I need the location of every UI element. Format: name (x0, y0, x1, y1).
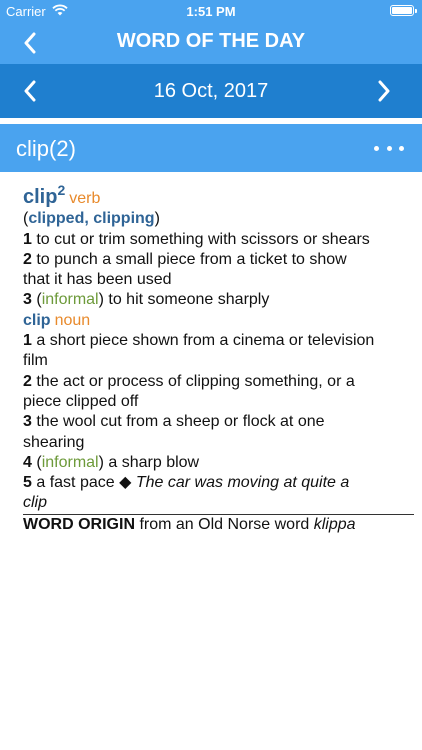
sense-noun-1: 1 a short piece shown from a cinema or t… (23, 331, 414, 351)
noun-headword-line: clip noun (23, 311, 414, 331)
sense-noun-2-cont: piece clipped off (23, 392, 414, 412)
more-options-button[interactable] (374, 138, 404, 158)
inflected-forms: (clipped, clipping) (23, 209, 414, 229)
sense-text: that it has been used (23, 271, 172, 289)
paren-close: ) (154, 210, 160, 228)
battery-icon (390, 5, 417, 16)
origin-word: klippa (313, 515, 356, 533)
page-title: WORD OF THE DAY (116, 30, 306, 52)
definition-content: clip2 verb (clipped, clipping) 1 to cut o… (23, 180, 414, 535)
word-origin-label: WORD ORIGIN (23, 515, 135, 533)
sense-text: a short piece shown from a cinema or tel… (36, 332, 375, 350)
sense-noun-4: 4 (informal) a sharp blow (23, 453, 200, 471)
status-bar: Carrier 1:51 PM (0, 0, 422, 22)
sense-number: 2 (23, 250, 32, 268)
sense-text: to cut or trim something with scissors o… (36, 230, 370, 248)
sense-text: shearing (23, 433, 85, 451)
more-horizontal-icon (374, 145, 379, 151)
more-dot (386, 145, 392, 151)
word-origin: WORD ORIGIN from an Old Norse word klipp… (23, 515, 414, 535)
register-label: informal (41, 291, 99, 309)
chevron-right-icon (378, 80, 390, 102)
headword-text: clip (23, 186, 58, 208)
sense-number: 1 (23, 230, 32, 248)
navigation-bar: WORD OF THE DAY (0, 22, 422, 64)
part-of-speech-verb: verb (69, 190, 101, 207)
sense-verb-3: 3 (informal) to hit someone sharply (23, 291, 270, 309)
clock: 1:51 PM (186, 4, 236, 19)
diamond-icon: ◆ (119, 474, 132, 492)
sense-text: the act or process of clipping something… (36, 372, 355, 390)
headword-line: clip2 verb (23, 180, 414, 209)
part-of-speech-noun: noun (54, 311, 91, 329)
example-text: clip (23, 494, 48, 512)
sense-number: 1 (23, 332, 32, 350)
current-date: 16 Oct, 2017 (153, 80, 269, 102)
sense-number: 3 (23, 291, 32, 309)
sense-verb-2-cont: that it has been used (23, 270, 414, 290)
date-navigator: 16 Oct, 2017 (0, 64, 422, 118)
noun-headword: clip (23, 311, 51, 329)
headword: clip2 (23, 182, 65, 208)
entry-headword: clip(2) (16, 136, 76, 161)
sense-text: the wool cut from a sheep or flock at on… (36, 413, 325, 431)
sense-number: 3 (23, 413, 32, 431)
sense-number: 5 (23, 474, 32, 492)
next-day-button[interactable] (372, 78, 396, 104)
more-dot (399, 145, 404, 151)
sense-verb-1: 1 to cut or trim something with scissors… (23, 230, 414, 250)
entry-header: clip(2) (0, 124, 422, 172)
sense-noun-1-cont: film (23, 351, 414, 371)
sense-verb-2: 2 to punch a small piece from a ticket t… (23, 250, 414, 270)
word-origin-text: from an Old Norse word (139, 515, 310, 533)
sense-noun-5: 5 a fast pace ◆ The car was moving at qu… (23, 473, 414, 493)
forms-text: clipped, clipping (28, 210, 155, 228)
sense-text: film (23, 352, 48, 370)
register-label: informal (41, 453, 99, 471)
sense-text: a fast pace (36, 474, 115, 492)
sense-noun-5-cont: clip (23, 493, 414, 515)
sense-text: piece clipped off (23, 392, 139, 410)
sense-text: to punch a small piece from a ticket to … (36, 250, 347, 268)
homograph-number: 2 (57, 182, 66, 198)
sense-number: 4 (23, 453, 32, 471)
sense-noun-2: 2 the act or process of clipping somethi… (23, 372, 414, 392)
sense-noun-3-cont: shearing (23, 433, 414, 453)
sense-number: 2 (23, 372, 32, 390)
sense-text: a sharp blow (108, 453, 200, 471)
sense-text: to hit someone sharply (108, 291, 270, 309)
sense-noun-3: 3 the wool cut from a sheep or flock at … (23, 412, 414, 432)
example-text: The car was moving at quite a (135, 474, 350, 492)
